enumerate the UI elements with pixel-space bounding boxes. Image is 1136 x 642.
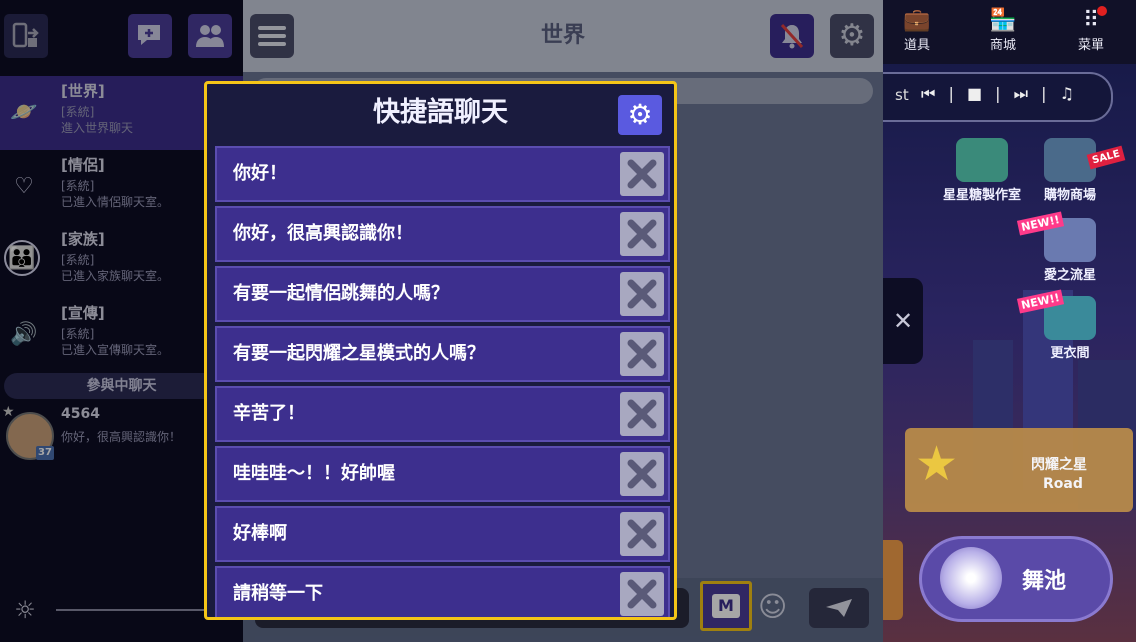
quick-phrase-text: 請稍等一下 <box>233 583 323 604</box>
shopping-mall[interactable]: 購物商場 <box>1025 138 1115 203</box>
close-icon: ✕ <box>892 307 914 335</box>
quick-phrase-row[interactable]: 有要一起情侶跳舞的人嗎？ <box>215 266 670 322</box>
notification-dot <box>1097 6 1107 16</box>
quick-phrase-row[interactable]: 好棒啊 <box>215 506 670 562</box>
delete-phrase-button[interactable] <box>620 212 664 256</box>
game-panel: 💼 道具 🏪 商城 ⠿ 菜單 st ⏮ | ■ | ⏭ | ♫ 星星糖製作室 購物商場… <box>883 0 1136 642</box>
quick-phrase-text: 有要一起閃耀之星模式的人嗎？ <box>233 343 485 364</box>
quick-phrase-text: 辛苦了！ <box>233 403 305 424</box>
x-icon <box>627 579 657 609</box>
dance-floor-button[interactable]: 舞池 <box>919 536 1113 622</box>
delete-phrase-button[interactable] <box>620 572 664 616</box>
delete-phrase-button[interactable] <box>620 152 664 196</box>
shining-star-road-banner[interactable]: ★ 閃耀之星 Road <box>905 428 1133 512</box>
disco-ball-icon <box>940 547 1002 609</box>
x-icon <box>627 339 657 369</box>
quick-phrase-text: 哇哇哇～！！好帥喔 <box>233 463 395 484</box>
x-icon <box>627 279 657 309</box>
music-controls[interactable]: ⏮ | ■ | ⏭ | ♫ <box>921 84 1078 104</box>
delete-phrase-button[interactable] <box>620 512 664 556</box>
menu-grid-icon: ⠿ <box>1082 8 1100 33</box>
x-icon <box>627 459 657 489</box>
star-icon: ★ <box>915 436 959 492</box>
quick-phrase-row[interactable]: 辛苦了！ <box>215 386 670 442</box>
quick-phrase-row[interactable]: 有要一起閃耀之星模式的人嗎？ <box>215 326 670 382</box>
shop-icon: 🏪 <box>989 8 1017 33</box>
gear-icon: ⚙ <box>627 98 653 131</box>
x-icon <box>627 219 657 249</box>
quick-phrase-row[interactable]: 請稍等一下 <box>215 566 670 617</box>
delete-phrase-button[interactable] <box>620 332 664 376</box>
event-subtitle: Road <box>1043 476 1083 492</box>
quick-phrase-text: 你好，很高興認識你！ <box>233 223 413 244</box>
music-title: st <box>895 86 909 104</box>
quick-phrase-text: 你好！ <box>233 163 287 184</box>
quick-phrase-text: 好棒啊 <box>233 523 287 544</box>
bag-icon: 💼 <box>903 8 931 33</box>
quick-phrase-row[interactable]: 你好，很高興認識你！ <box>215 206 670 262</box>
shop-button[interactable]: 🏪 商城 <box>975 8 1031 53</box>
quick-phrase-text: 有要一起情侶跳舞的人嗎？ <box>233 283 449 304</box>
delete-phrase-button[interactable] <box>620 452 664 496</box>
main-menu-button[interactable]: ⠿ 菜單 <box>1063 8 1119 53</box>
delete-phrase-button[interactable] <box>620 272 664 316</box>
gift-icon <box>956 138 1008 182</box>
quick-chat-modal: 快捷語聊天 ⚙ 你好！ 你好，很高興認識你！ 有要一起情侶跳舞的人嗎？ 有要一起閃耀之… <box>204 81 677 620</box>
quick-chat-settings-button[interactable]: ⚙ <box>618 95 662 135</box>
x-icon <box>627 519 657 549</box>
music-player: st ⏮ | ■ | ⏭ | ♫ <box>883 72 1113 122</box>
delete-phrase-button[interactable] <box>620 392 664 436</box>
game-top-bar: 💼 道具 🏪 商城 ⠿ 菜單 <box>883 0 1136 64</box>
event-title: 閃耀之星 <box>1031 457 1087 473</box>
close-panel-button[interactable]: ✕ <box>883 278 923 364</box>
quick-phrase-row[interactable]: 你好！ <box>215 146 670 202</box>
x-icon <box>627 159 657 189</box>
x-icon <box>627 399 657 429</box>
items-button[interactable]: 💼 道具 <box>889 8 945 53</box>
quick-phrase-row[interactable]: 哇哇哇～！！好帥喔 <box>215 446 670 502</box>
modal-title: 快捷語聊天 <box>373 97 508 128</box>
side-tab[interactable] <box>883 540 903 620</box>
dance-floor-label: 舞池 <box>1022 569 1067 594</box>
star-candy-workshop[interactable]: 星星糖製作室 <box>937 138 1027 203</box>
